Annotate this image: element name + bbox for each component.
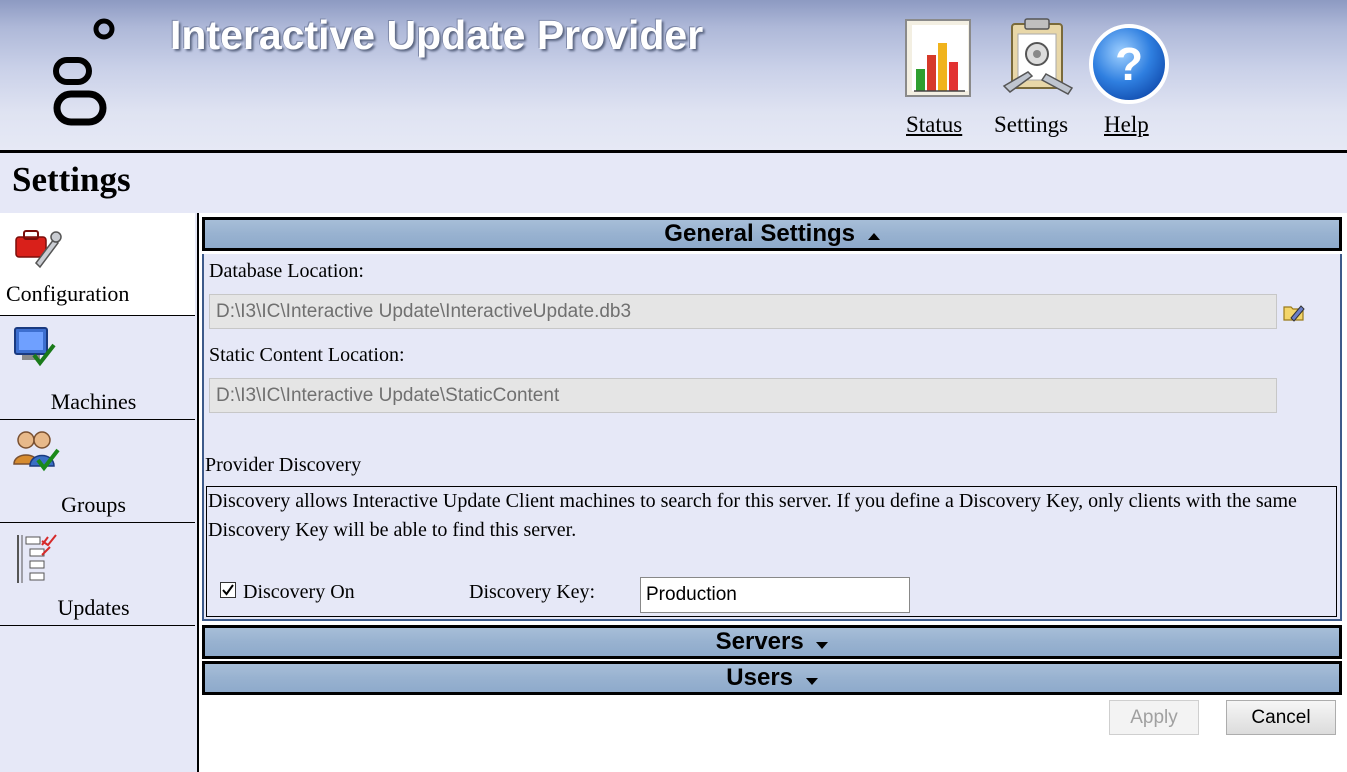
settings-link[interactable]: Settings	[994, 112, 1068, 138]
discovery-key-label: Discovery Key:	[469, 581, 596, 603]
discovery-on-label[interactable]: Discovery On	[243, 581, 355, 604]
section-title: Servers	[715, 628, 804, 655]
app-title: Interactive Update Provider	[170, 12, 704, 58]
discovery-description: Discovery allows Interactive Update Clie…	[208, 490, 1297, 541]
sidebar-item-updates[interactable]: Updates	[0, 523, 195, 626]
sidebar-item-configuration[interactable]: Configuration	[0, 213, 195, 316]
users-check-icon	[12, 428, 60, 477]
general-settings-header[interactable]: General Settings	[202, 217, 1342, 251]
provider-discovery-box: Discovery allows Interactive Update Clie…	[206, 486, 1337, 617]
toolbox-wrench-icon	[14, 223, 62, 274]
sidebar-item-label: Configuration	[6, 281, 130, 306]
expand-arrow-icon	[805, 665, 818, 692]
static-content-input	[209, 378, 1277, 413]
discovery-key-input[interactable]	[640, 577, 910, 613]
svg-text:?: ?	[1115, 38, 1143, 90]
section-title: General Settings	[664, 220, 856, 247]
provider-discovery-label: Provider Discovery	[205, 454, 362, 476]
settings-clipboard-icon[interactable]	[998, 16, 1080, 105]
sidebar-item-groups[interactable]: Groups	[0, 420, 195, 523]
cancel-button[interactable]: Cancel	[1226, 700, 1336, 735]
checkmark-icon	[222, 584, 234, 596]
sidebar-item-label: Groups	[61, 492, 126, 517]
computer-check-icon	[12, 325, 58, 374]
sidebar: Configuration Machines Groups Updates	[0, 213, 199, 772]
discovery-on-checkbox[interactable]	[220, 582, 236, 598]
help-link[interactable]: Help	[1104, 112, 1149, 138]
sidebar-item-label: Machines	[50, 389, 137, 414]
expand-arrow-icon	[816, 629, 829, 656]
static-content-label: Static Content Location:	[209, 344, 405, 366]
section-title: Users	[726, 664, 794, 691]
page-title: Settings	[12, 160, 131, 199]
general-settings-panel: Database Location: Static Content Locati…	[202, 254, 1342, 621]
sidebar-item-label: Updates	[57, 595, 130, 620]
collapse-arrow-icon	[867, 221, 880, 248]
main-content: General Settings Database Location: Stat…	[199, 213, 1347, 772]
help-icon[interactable]: ?	[1087, 22, 1173, 113]
tree-list-icon	[12, 531, 60, 592]
users-header[interactable]: Users	[202, 661, 1342, 695]
sidebar-item-machines[interactable]: Machines	[0, 317, 195, 420]
app-header: Interactive Update Provider Status Setti…	[0, 0, 1347, 153]
browse-folder-icon[interactable]	[1283, 302, 1305, 327]
servers-header[interactable]: Servers	[202, 625, 1342, 659]
genesys-logo-icon	[50, 18, 120, 135]
database-location-label: Database Location:	[209, 260, 364, 282]
apply-button[interactable]: Apply	[1109, 700, 1199, 735]
status-link[interactable]: Status	[906, 112, 962, 138]
database-location-input	[209, 294, 1277, 329]
status-chart-icon[interactable]	[903, 17, 979, 104]
